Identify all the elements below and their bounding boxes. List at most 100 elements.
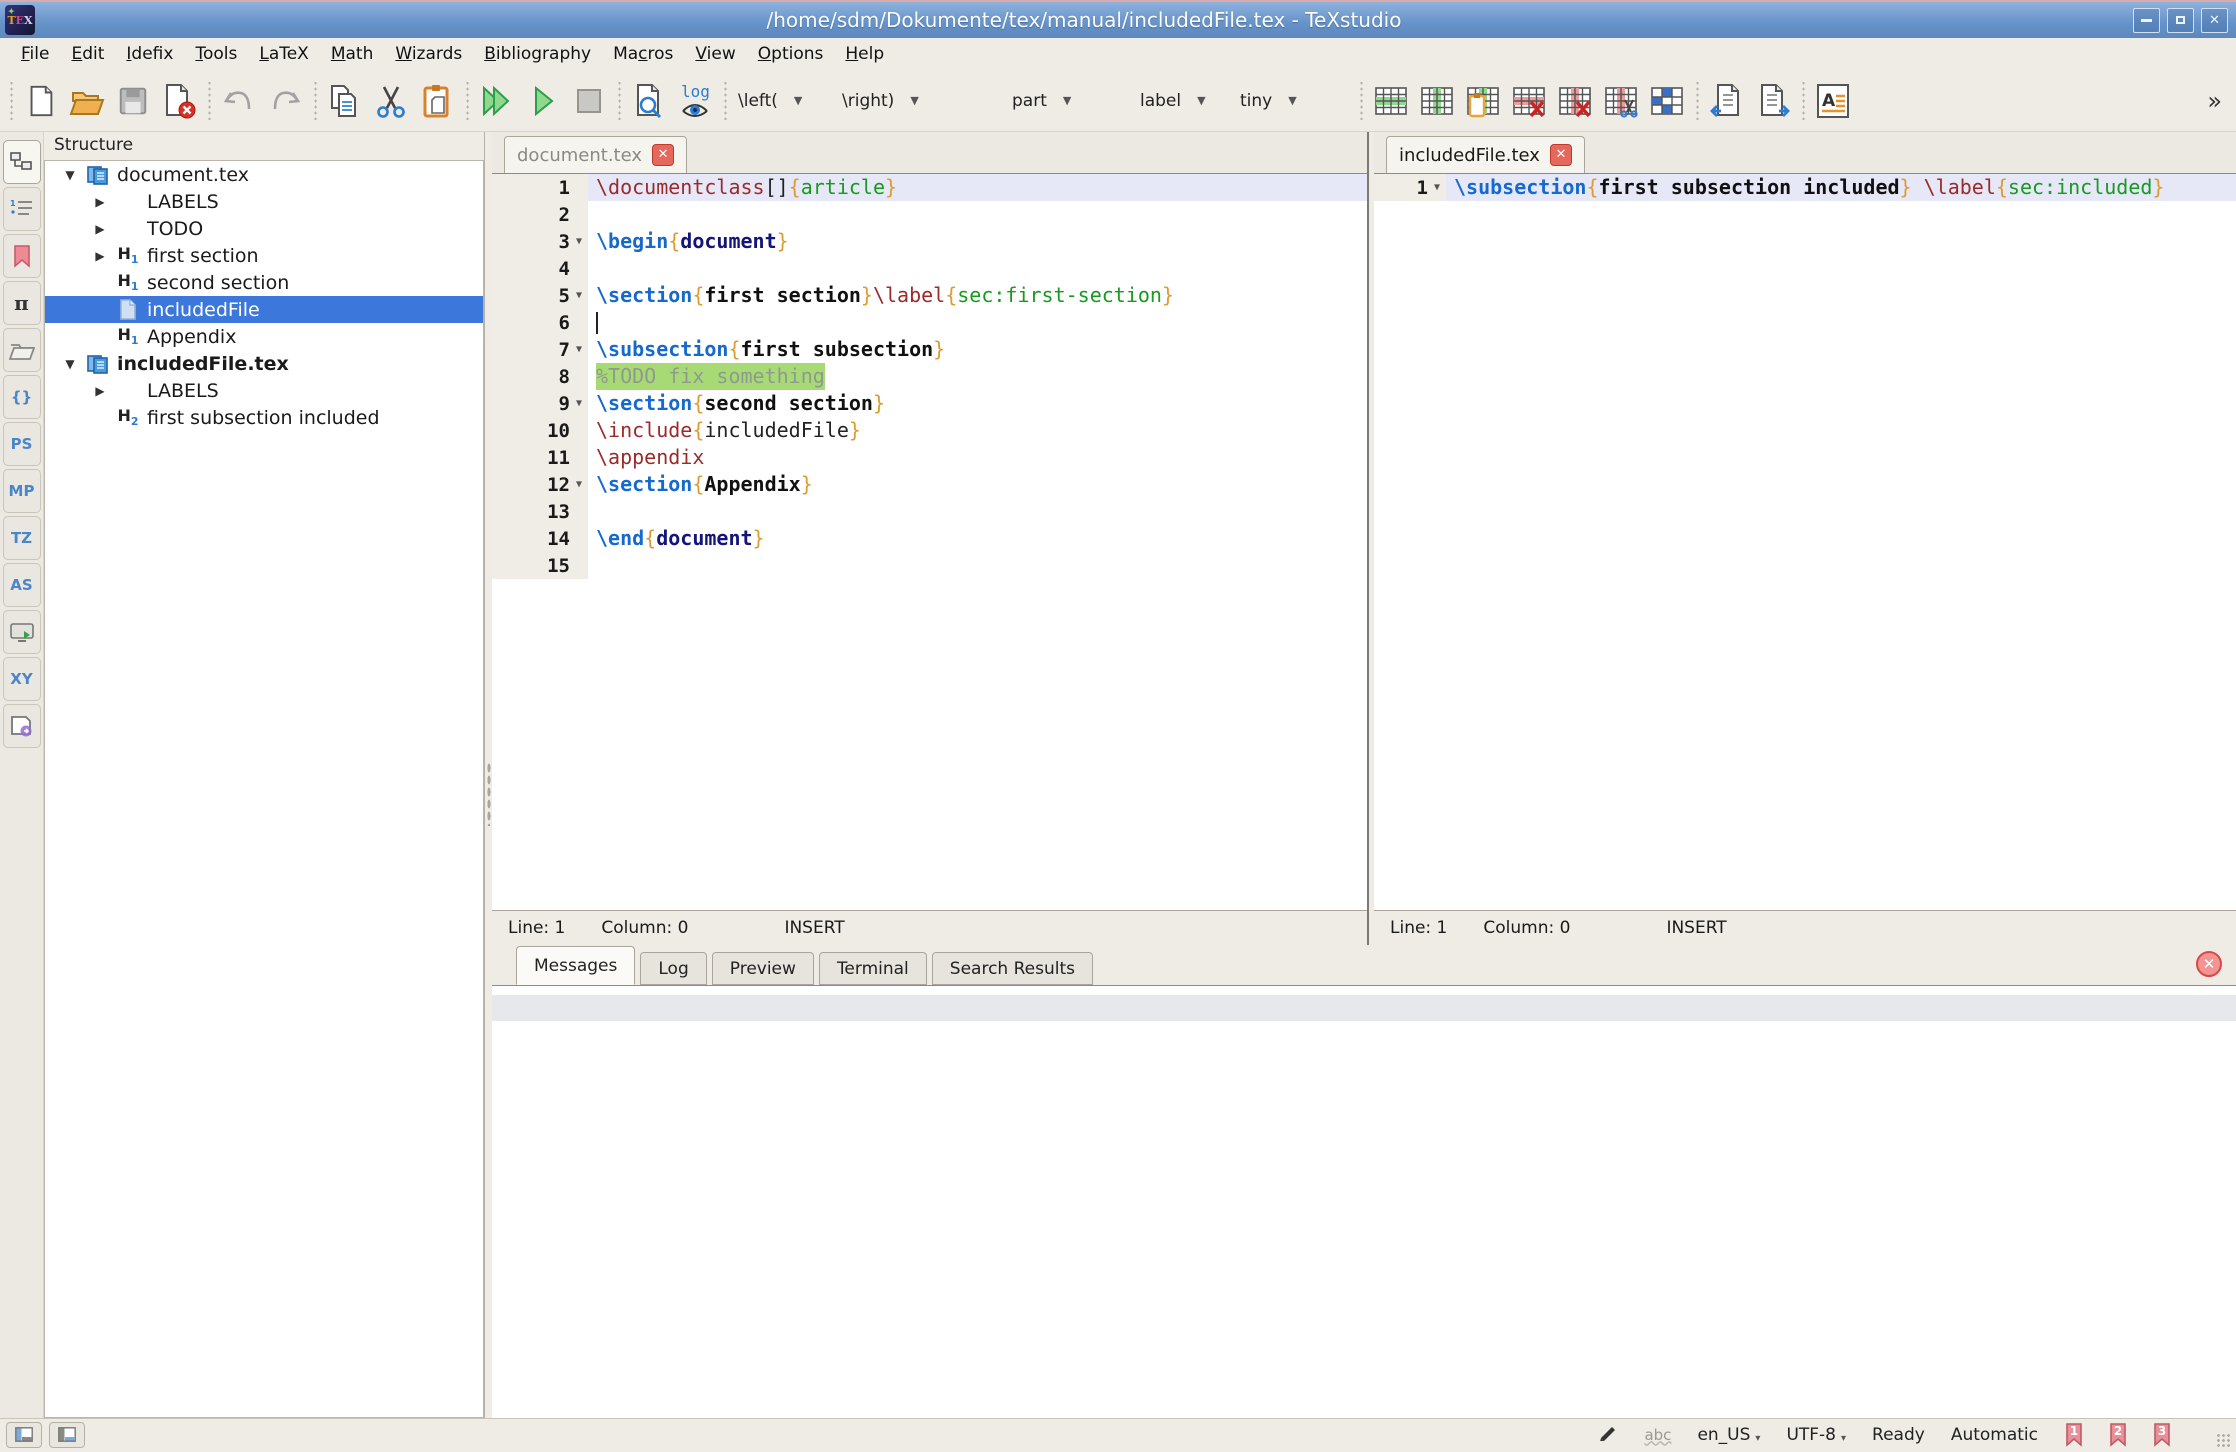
- expand-icon[interactable]: ▶: [87, 384, 113, 398]
- font-size-combo[interactable]: tiny▼: [1234, 91, 1354, 111]
- menu-file[interactable]: File: [10, 40, 60, 68]
- redo-button[interactable]: [262, 76, 308, 126]
- table-align-button[interactable]: [1644, 76, 1690, 126]
- line-number-gutter[interactable]: 2: [492, 201, 588, 228]
- sidebar-tab-xypic[interactable]: XY: [3, 657, 41, 701]
- view-pdf-button[interactable]: [520, 76, 566, 126]
- table-remove-column-button[interactable]: [1552, 76, 1598, 126]
- minimize-button[interactable]: [2133, 8, 2160, 33]
- new-document-button[interactable]: [18, 76, 64, 126]
- menu-bibliography[interactable]: Bibliography: [473, 40, 602, 68]
- copy-button[interactable]: [322, 76, 368, 126]
- sidebar-tab-asymptote[interactable]: AS: [3, 563, 41, 607]
- fold-arrow-icon[interactable]: ▼: [570, 290, 588, 301]
- previous-document-button[interactable]: [1704, 76, 1750, 126]
- line-number-gutter[interactable]: 7▼: [492, 336, 588, 363]
- sidebar-tab-terminal[interactable]: [3, 610, 41, 654]
- line-number-gutter[interactable]: 9▼: [492, 390, 588, 417]
- line-number-gutter[interactable]: 4: [492, 255, 588, 282]
- expand-icon[interactable]: ▶: [87, 195, 113, 209]
- next-document-button[interactable]: [1750, 76, 1796, 126]
- language-selector[interactable]: en_US▾: [1697, 1425, 1760, 1445]
- collapse-icon[interactable]: ▼: [57, 357, 83, 371]
- line-number-gutter[interactable]: 6: [492, 309, 588, 336]
- line-ending-selector[interactable]: Automatic: [1951, 1425, 2038, 1445]
- paste-button[interactable]: [414, 76, 460, 126]
- line-number-gutter[interactable]: 11: [492, 444, 588, 471]
- structure-item-labels[interactable]: ▶LABELS: [45, 188, 483, 215]
- undo-button[interactable]: [216, 76, 262, 126]
- spellcheck-icon[interactable]: abc: [1644, 1426, 1671, 1444]
- menu-macros[interactable]: Macros: [602, 40, 684, 68]
- format-text-button[interactable]: A: [1810, 76, 1856, 126]
- bookmark-2-button[interactable]: 2: [2108, 1423, 2128, 1447]
- table-paste-column-button[interactable]: [1460, 76, 1506, 126]
- menu-math[interactable]: Math: [320, 40, 385, 68]
- tab-close-icon[interactable]: ✕: [1550, 144, 1572, 166]
- menu-latex[interactable]: LaTeX: [248, 40, 320, 68]
- cut-button[interactable]: [368, 76, 414, 126]
- code-editor[interactable]: 1▼\subsection{first subsection included}…: [1374, 174, 2236, 910]
- menu-idefix[interactable]: Idefix: [115, 40, 184, 68]
- left-delimiter-combo[interactable]: \left(▼: [732, 91, 836, 111]
- line-number-gutter[interactable]: 10: [492, 417, 588, 444]
- sidebar-tab-metapost[interactable]: MP: [3, 469, 41, 513]
- code-editor[interactable]: 1\documentclass[]{article}23▼\begin{docu…: [492, 174, 1367, 910]
- sidebar-tab-symbols[interactable]: π: [3, 281, 41, 325]
- structure-item-todo[interactable]: ▶TODO: [45, 215, 483, 242]
- sidebar-tab-files[interactable]: [3, 328, 41, 372]
- menu-wizards[interactable]: Wizards: [384, 40, 473, 68]
- quick-preview-button[interactable]: [626, 76, 672, 126]
- macro-recorder-icon[interactable]: [1598, 1423, 1618, 1446]
- sidebar-tab-preview[interactable]: [3, 704, 41, 748]
- structure-item-includedfile-tex[interactable]: ▼includedFile.tex: [45, 350, 483, 377]
- menu-view[interactable]: View: [684, 40, 746, 68]
- sidebar-tab-tikz[interactable]: TZ: [3, 516, 41, 560]
- maximize-button[interactable]: [2167, 8, 2194, 33]
- build-and-view-button[interactable]: [474, 76, 520, 126]
- tab-includedfile-tex[interactable]: includedFile.tex ✕: [1386, 136, 1585, 173]
- fold-arrow-icon[interactable]: ▼: [570, 344, 588, 355]
- menu-options[interactable]: Options: [747, 40, 835, 68]
- sidebar-tab-brackets[interactable]: {}: [3, 375, 41, 419]
- structure-tree[interactable]: ▼document.tex▶LABELS▶TODO▶H1first sectio…: [44, 160, 484, 1418]
- line-number-gutter[interactable]: 3▼: [492, 228, 588, 255]
- structure-item-first-subsection-included[interactable]: H2first subsection included: [45, 404, 483, 431]
- editor-splitter[interactable]: [1367, 132, 1374, 945]
- sidebar-tab-line-list[interactable]: 1: [3, 187, 41, 231]
- line-number-gutter[interactable]: 1▼: [1374, 174, 1446, 201]
- fold-arrow-icon[interactable]: ▼: [570, 479, 588, 490]
- table-add-column-button[interactable]: [1414, 76, 1460, 126]
- collapse-icon[interactable]: ▼: [57, 168, 83, 182]
- panel-tab-search-results[interactable]: Search Results: [932, 952, 1093, 985]
- line-number-gutter[interactable]: 8: [492, 363, 588, 390]
- bookmark-3-button[interactable]: 3: [2152, 1423, 2172, 1447]
- line-number-gutter[interactable]: 5▼: [492, 282, 588, 309]
- panel-tab-log[interactable]: Log: [640, 952, 706, 985]
- toolbar-overflow-chevron[interactable]: »: [2207, 87, 2232, 115]
- sectioning-combo[interactable]: part▼: [1006, 91, 1134, 111]
- structure-item-first-section[interactable]: ▶H1first section: [45, 242, 483, 269]
- save-button[interactable]: [110, 76, 156, 126]
- expand-icon[interactable]: ▶: [87, 222, 113, 236]
- menu-tools[interactable]: Tools: [184, 40, 248, 68]
- table-cut-column-button[interactable]: [1598, 76, 1644, 126]
- close-panel-icon[interactable]: ✕: [2196, 951, 2222, 977]
- menu-help[interactable]: Help: [834, 40, 895, 68]
- structure-item-includedfile[interactable]: includedFile: [45, 296, 483, 323]
- table-remove-row-button[interactable]: [1506, 76, 1552, 126]
- structure-item-labels[interactable]: ▶LABELS: [45, 377, 483, 404]
- bookmark-1-button[interactable]: 1: [2064, 1423, 2084, 1447]
- line-number-gutter[interactable]: 1: [492, 174, 588, 201]
- panel-splitter[interactable]: [484, 132, 492, 1418]
- sidebar-tab-bookmarks[interactable]: [3, 234, 41, 278]
- fold-arrow-icon[interactable]: ▼: [1428, 182, 1446, 193]
- line-number-gutter[interactable]: 15: [492, 552, 588, 579]
- structure-item-appendix[interactable]: H1Appendix: [45, 323, 483, 350]
- structure-item-document-tex[interactable]: ▼document.tex: [45, 161, 483, 188]
- right-delimiter-combo[interactable]: \right)▼: [836, 91, 946, 111]
- toggle-sidebar-button[interactable]: [6, 1422, 42, 1448]
- toggle-bottom-panel-button[interactable]: [49, 1422, 85, 1448]
- expand-icon[interactable]: ▶: [87, 249, 113, 263]
- tab-document-tex[interactable]: document.tex ✕: [504, 136, 687, 173]
